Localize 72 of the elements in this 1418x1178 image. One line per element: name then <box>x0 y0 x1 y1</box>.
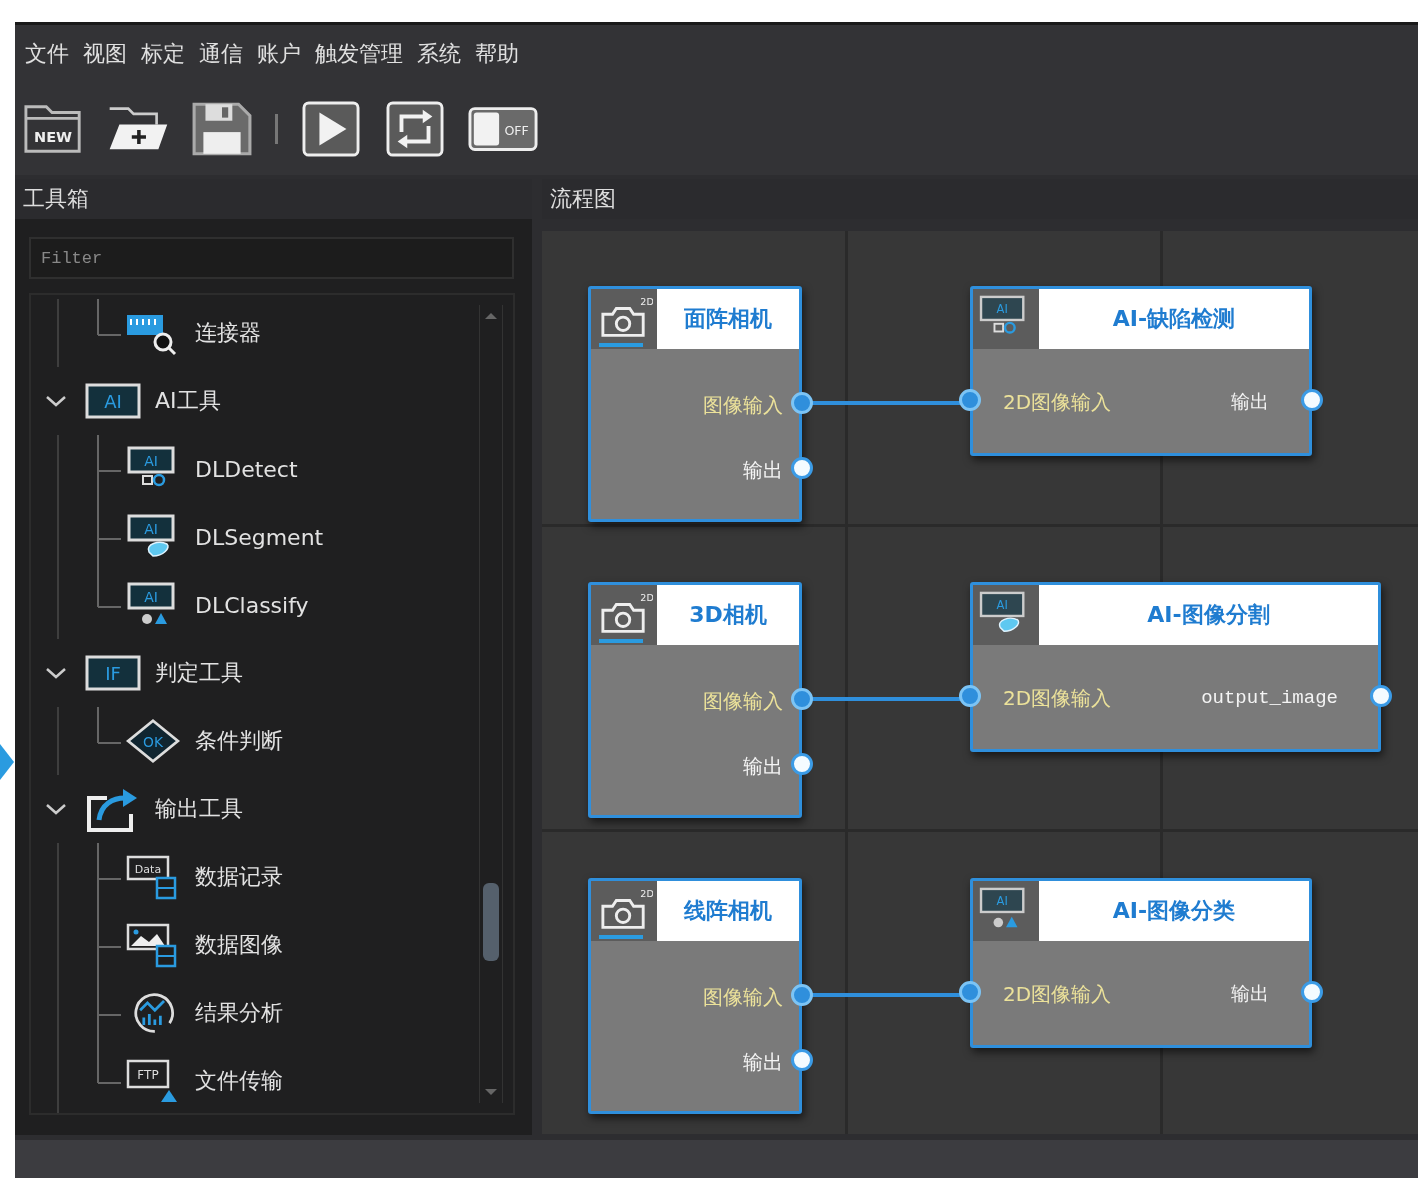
menu-item[interactable]: 触发管理 <box>315 39 403 69</box>
ai-node[interactable]: AI AI-缺陷检测 2D图像输入 输出 <box>970 286 1312 456</box>
node-title: 面阵相机 <box>657 289 799 349</box>
camera-icon: 2D <box>591 585 657 645</box>
tree-item[interactable]: 条件判断 <box>195 726 283 756</box>
run-button[interactable] <box>300 101 362 157</box>
port-label: 输出 <box>743 457 783 484</box>
toggle-switch[interactable]: OFF <box>468 106 538 152</box>
port-handle[interactable] <box>791 392 813 414</box>
tree-item[interactable]: 结果分析 <box>195 998 283 1028</box>
port-label: 输出 <box>743 753 783 780</box>
ok-diamond-icon: OK <box>125 718 181 764</box>
menu-item[interactable]: 文件 <box>25 39 69 69</box>
port-handle[interactable] <box>791 457 813 479</box>
node-title: AI-缺陷检测 <box>1039 289 1309 349</box>
port-label: 图像输入 <box>703 392 783 419</box>
save-button[interactable] <box>191 101 253 157</box>
node-title: AI-图像分类 <box>1039 881 1309 941</box>
filter-field[interactable]: Filter <box>29 237 514 279</box>
port-label: 2D图像输入 <box>1003 684 1112 712</box>
panel-title: 工具箱 <box>23 185 89 213</box>
port-label: output_image <box>1201 687 1338 709</box>
port-handle[interactable] <box>959 685 981 707</box>
camera-node[interactable]: 2D 3D相机 图像输入 输出 <box>588 582 802 818</box>
tree-group-label[interactable]: 输出工具 <box>155 794 243 824</box>
menu-item[interactable]: 系统 <box>417 39 461 69</box>
port-label: 输出 <box>743 1049 783 1076</box>
ai-node[interactable]: AI AI-图像分类 2D图像输入 输出 <box>970 878 1312 1048</box>
port-label: 输出 <box>1231 391 1269 415</box>
scrollbar[interactable] <box>479 305 503 1103</box>
port-label: 输出 <box>1231 983 1269 1007</box>
port-handle[interactable] <box>791 753 813 775</box>
port-handle[interactable] <box>791 984 813 1006</box>
ai-node[interactable]: AI AI-图像分割 2D图像输入 output_image <box>970 582 1381 752</box>
tree-group-label[interactable]: AI工具 <box>155 386 221 416</box>
menu-item[interactable]: 账户 <box>257 39 301 69</box>
tree-item[interactable]: 文件传输 <box>195 1066 283 1096</box>
camera-node[interactable]: 2D 线阵相机 图像输入 输出 <box>588 878 802 1114</box>
camera-icon: 2D <box>591 289 657 349</box>
tree-item[interactable]: DLDetect <box>195 456 298 482</box>
menu-item[interactable]: 帮助 <box>475 39 519 69</box>
menu-item[interactable]: 标定 <box>141 39 185 69</box>
tree-item[interactable]: 数据图像 <box>195 930 283 960</box>
port-handle[interactable] <box>791 1049 813 1071</box>
ai-classify-icon: AI <box>973 881 1039 941</box>
port-handle[interactable] <box>959 981 981 1003</box>
node-title: 线阵相机 <box>657 881 799 941</box>
tree-item[interactable]: DLClassify <box>195 592 309 618</box>
loop-button[interactable] <box>384 101 446 157</box>
menu-item[interactable]: 通信 <box>199 39 243 69</box>
menu-item[interactable]: 视图 <box>83 39 127 69</box>
port-label: 图像输入 <box>703 984 783 1011</box>
tree-item[interactable]: 数据记录 <box>195 862 283 892</box>
port-label: 图像输入 <box>703 688 783 715</box>
camera-icon: 2D <box>591 881 657 941</box>
port-handle[interactable] <box>1301 981 1323 1003</box>
port-label: 2D图像输入 <box>1003 980 1112 1008</box>
node-title: 3D相机 <box>657 585 799 645</box>
camera-node[interactable]: 2D 面阵相机 图像输入 输出 <box>588 286 802 522</box>
pointer-icon <box>0 744 14 780</box>
panel-title: 流程图 <box>550 185 616 213</box>
scroll-thumb[interactable] <box>483 883 499 961</box>
port-handle[interactable] <box>959 389 981 411</box>
port-label: 2D图像输入 <box>1003 388 1112 416</box>
tree-group-label[interactable]: 判定工具 <box>155 658 243 688</box>
port-handle[interactable] <box>791 688 813 710</box>
ai-detect-icon: AI <box>973 289 1039 349</box>
port-handle[interactable] <box>1301 389 1323 411</box>
ai-segment-icon: AI <box>973 585 1039 645</box>
tree-item[interactable]: DLSegment <box>195 524 324 550</box>
tree-item[interactable]: 连接器 <box>195 318 261 348</box>
node-title: AI-图像分割 <box>1039 585 1378 645</box>
